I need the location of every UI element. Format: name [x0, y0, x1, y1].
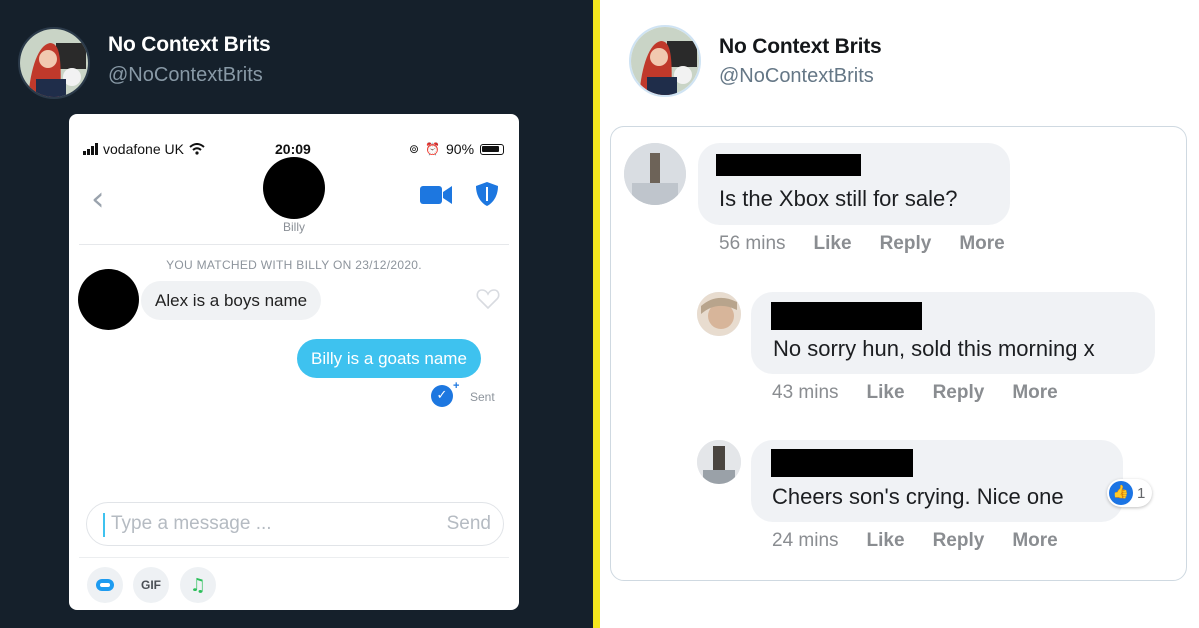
like-link[interactable]: Like — [814, 233, 852, 255]
like-link[interactable]: Like — [867, 382, 905, 404]
more-link[interactable]: More — [1012, 530, 1057, 552]
music-note-icon[interactable]: ♫ — [180, 567, 216, 603]
comment-text: No sorry hun, sold this morning x — [773, 336, 1095, 361]
card-icon[interactable] — [87, 567, 123, 603]
like-link[interactable]: Like — [867, 530, 905, 552]
redacted-name — [771, 449, 913, 477]
avatar-image — [20, 29, 88, 97]
redacted-name — [716, 154, 861, 176]
comment-text: Is the Xbox still for sale? — [719, 186, 958, 211]
reply-link[interactable]: Reply — [933, 530, 985, 552]
left-tweet-panel: No Context Brits @NoContextBrits vodafon… — [0, 0, 593, 628]
shield-icon[interactable] — [475, 181, 499, 207]
sent-plus-icon: + — [453, 380, 460, 392]
comment-text: Cheers son's crying. Nice one — [772, 484, 1064, 509]
thumbs-up-icon: 👍 — [1109, 481, 1133, 505]
comment-actions: 43 mins Like Reply More — [772, 382, 1058, 404]
heart-icon[interactable] — [476, 288, 500, 309]
account-name[interactable]: No Context Brits — [719, 35, 882, 59]
more-link[interactable]: More — [959, 233, 1004, 255]
commenter-avatar[interactable] — [697, 292, 741, 336]
incoming-avatar[interactable] — [78, 269, 139, 330]
comment-actions: 56 mins Like Reply More — [719, 233, 1005, 255]
commenter-avatar[interactable] — [697, 440, 741, 484]
profile-avatar[interactable] — [629, 25, 701, 97]
account-handle[interactable]: @NoContextBrits — [108, 64, 263, 87]
match-avatar[interactable] — [263, 157, 325, 219]
carrier-label: vodafone UK — [103, 141, 184, 157]
message-composer: Send — [86, 502, 504, 546]
match-name: Billy — [282, 220, 305, 234]
account-handle[interactable]: @NoContextBrits — [719, 65, 874, 88]
avatar-image — [631, 27, 699, 95]
comment-actions: 24 mins Like Reply More — [772, 530, 1058, 552]
account-name[interactable]: No Context Brits — [108, 33, 271, 57]
status-time: 20:09 — [275, 141, 311, 157]
battery-icon — [480, 143, 505, 155]
sent-check-icon: ✓ — [431, 385, 453, 407]
profile-avatar[interactable] — [18, 27, 90, 99]
facebook-comments-card: Is the Xbox still for sale? 56 mins Like… — [610, 126, 1187, 581]
comment-time: 43 mins — [772, 382, 839, 403]
battery-percent: 90% — [446, 141, 475, 157]
reaction-count: 1 — [1137, 484, 1146, 502]
message-input[interactable] — [111, 503, 411, 545]
lock-rotation-icon: ⊚ — [409, 142, 420, 156]
status-carrier: vodafone UK — [83, 141, 205, 157]
status-right: ⊚ ⏰ 90% — [409, 141, 505, 157]
wifi-icon — [189, 143, 205, 155]
gif-button[interactable]: GIF — [133, 567, 169, 603]
reaction-badge[interactable]: 👍 1 — [1107, 479, 1153, 507]
alarm-icon: ⏰ — [425, 142, 441, 156]
comment-time: 56 mins — [719, 233, 786, 254]
yellow-divider — [593, 0, 600, 628]
header-divider — [79, 244, 509, 245]
incoming-message: Alex is a boys name — [141, 281, 322, 320]
video-call-icon[interactable] — [420, 184, 452, 206]
phone-screenshot: vodafone UK 20:09 ⊚ ⏰ 90% ‹ Billy YOU MA… — [69, 114, 519, 610]
reply-link[interactable]: Reply — [880, 233, 932, 255]
more-link[interactable]: More — [1012, 382, 1057, 404]
reply-link[interactable]: Reply — [933, 382, 985, 404]
outgoing-message: Billy is a goats name — [297, 339, 481, 378]
right-tweet-panel: No Context Brits @NoContextBrits Is the … — [600, 0, 1199, 628]
commenter-avatar[interactable] — [624, 143, 686, 205]
signal-bars-icon — [83, 143, 98, 155]
send-button[interactable]: Send — [447, 513, 491, 535]
back-chevron-icon[interactable]: ‹ — [91, 182, 105, 216]
comment-time: 24 mins — [772, 530, 839, 551]
redacted-name — [771, 302, 922, 330]
sent-label: Sent — [470, 390, 495, 404]
matched-note: YOU MATCHED WITH BILLY ON 23/12/2020. — [166, 258, 422, 272]
text-caret — [103, 513, 105, 537]
tools-divider — [79, 557, 509, 558]
